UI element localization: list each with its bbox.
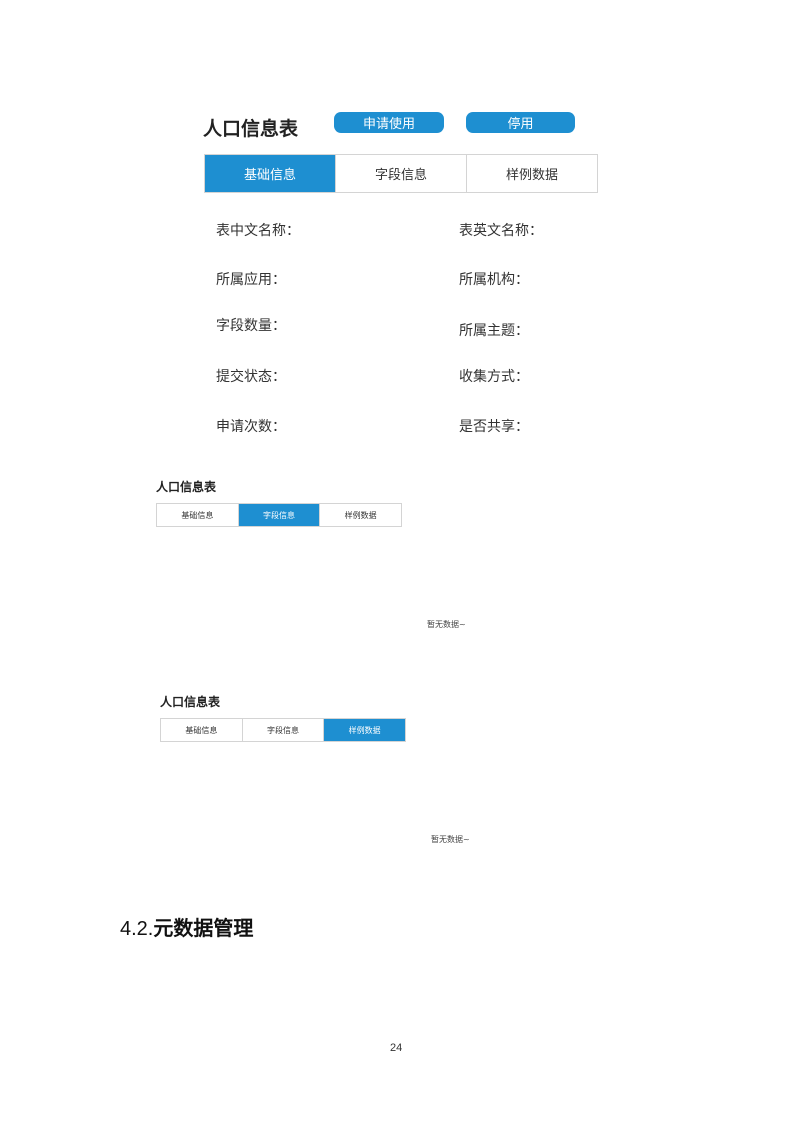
page-number: 24 — [390, 1042, 403, 1054]
tab-bar: 基础信息 字段信息 样例数据 — [204, 154, 598, 193]
tab-sample-data[interactable]: 样例数据 — [323, 719, 406, 741]
field-topic: 所属主题： — [459, 323, 529, 339]
empty-state-text: 暂无数据~ — [427, 620, 466, 629]
tab-field-info[interactable]: 字段信息 — [335, 155, 466, 192]
field-shared: 是否共享： — [459, 419, 529, 435]
field-chinese-name: 表中文名称： — [216, 223, 300, 239]
empty-state-text: 暂无数据~ — [431, 835, 470, 844]
table-title: 人口信息表 — [203, 118, 299, 140]
field-collect-method: 收集方式： — [459, 369, 529, 385]
field-organization: 所属机构： — [459, 272, 529, 288]
field-submit-status: 提交状态： — [216, 369, 286, 385]
tab-bar: 基础信息 字段信息 样例数据 — [160, 718, 406, 742]
field-application: 所属应用： — [216, 272, 286, 288]
tab-sample-data[interactable]: 样例数据 — [319, 504, 402, 526]
apply-use-button[interactable]: 申请使用 — [334, 112, 444, 133]
field-english-name: 表英文名称： — [459, 223, 543, 239]
tab-basic-info[interactable]: 基础信息 — [157, 504, 238, 526]
table-title: 人口信息表 — [160, 695, 221, 709]
tab-basic-info[interactable]: 基础信息 — [161, 719, 242, 741]
tab-field-info[interactable]: 字段信息 — [237, 504, 320, 526]
section-heading: 4.2.元数据管理 — [120, 912, 253, 941]
tab-field-info[interactable]: 字段信息 — [241, 719, 324, 741]
tab-basic-info[interactable]: 基础信息 — [205, 155, 335, 192]
table-title: 人口信息表 — [156, 480, 217, 494]
tab-bar: 基础信息 字段信息 样例数据 — [156, 503, 402, 527]
field-apply-count: 申请次数： — [216, 419, 286, 435]
disable-button[interactable]: 停用 — [466, 112, 575, 133]
section-number: 4.2. — [120, 918, 154, 940]
tab-sample-data[interactable]: 样例数据 — [466, 155, 597, 192]
section-title: 元数据管理 — [153, 916, 254, 940]
field-field-count: 字段数量： — [216, 318, 286, 334]
